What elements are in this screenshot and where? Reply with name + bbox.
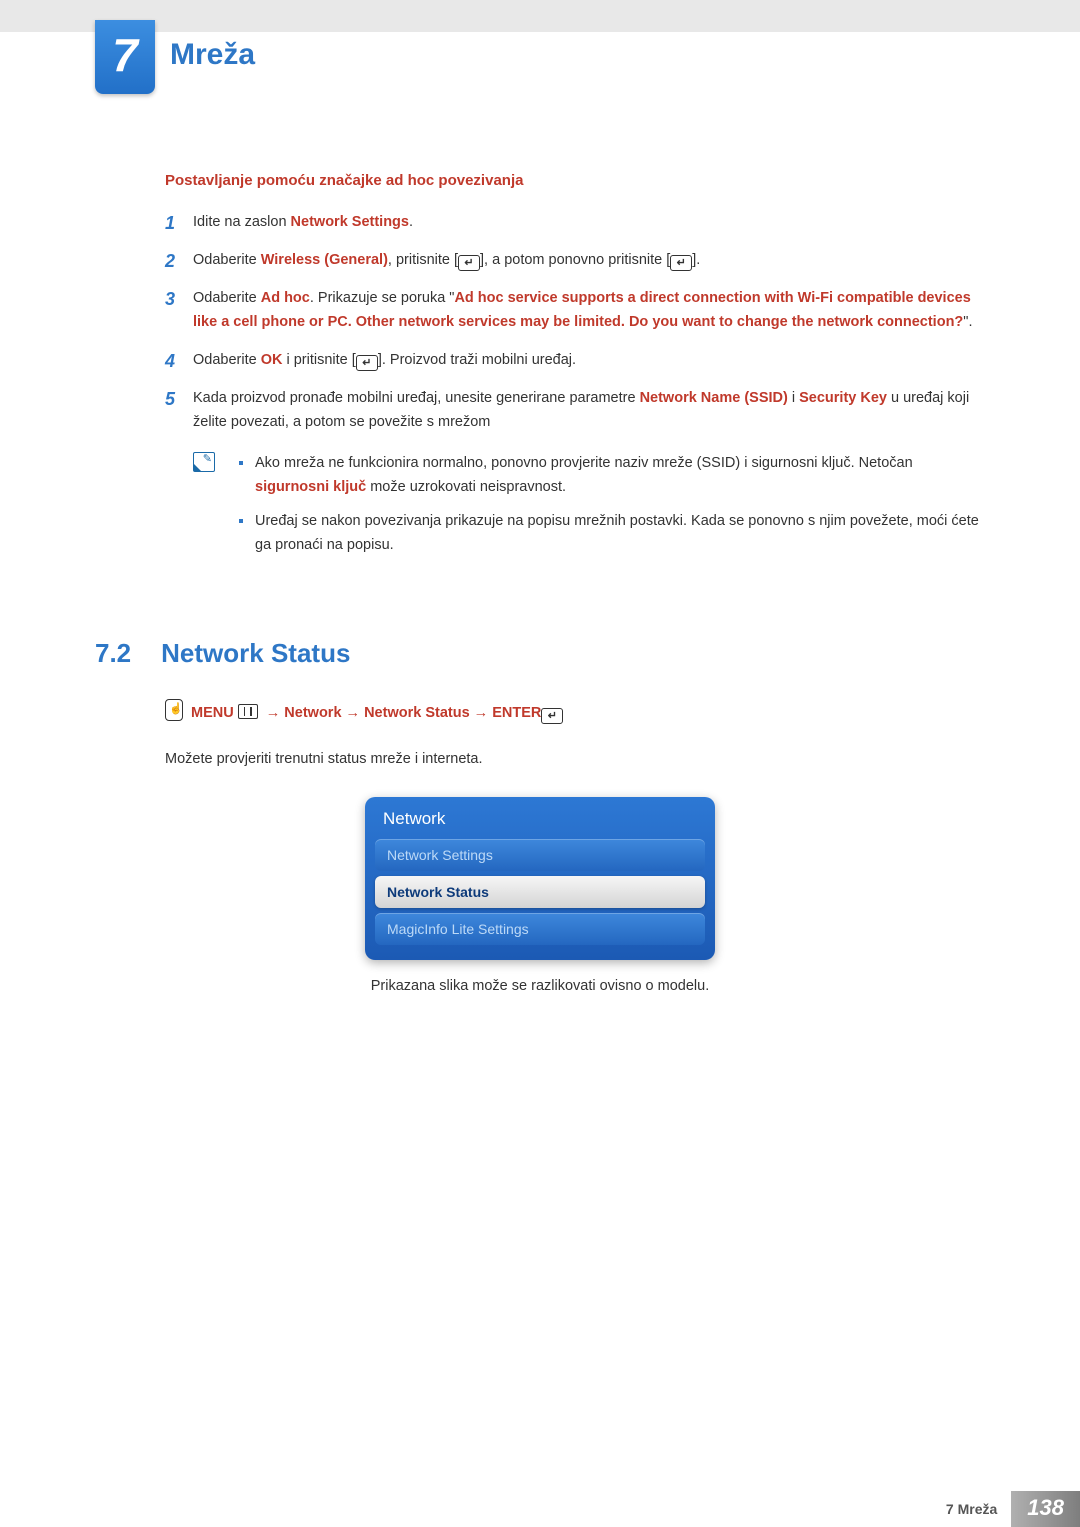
osd-item-network-settings[interactable]: Network Settings: [375, 839, 705, 871]
page-content: Postavljanje pomoću značajke ad hoc pove…: [0, 72, 1080, 994]
note-text: Ako mreža ne funkcionira normalno, ponov…: [255, 455, 913, 471]
nav-menu-label: MENU: [191, 705, 234, 721]
step-text: ], a potom ponovno pritisnite [: [480, 252, 670, 268]
note-bullet-2: Uređaj se nakon povezivanja prikazuje na…: [235, 510, 985, 558]
step-number: 3: [165, 285, 175, 315]
osd-item-magicinfo[interactable]: MagicInfo Lite Settings: [375, 913, 705, 945]
subsection-title: Postavljanje pomoću značajke ad hoc pove…: [165, 172, 985, 189]
section-title: Network Status: [161, 638, 350, 669]
section-number: 7.2: [95, 638, 131, 669]
enter-icon: [670, 255, 692, 271]
step-text: ].: [692, 252, 700, 268]
footer-page-number: 138: [1011, 1491, 1080, 1527]
note-bullets: Ako mreža ne funkcionira normalno, ponov…: [235, 452, 985, 568]
step-text: Kada proizvod pronađe mobilni uređaj, un…: [193, 390, 640, 406]
highlight: Network Name (SSID): [640, 390, 788, 406]
step-text: i: [788, 390, 799, 406]
arrow-icon: →: [346, 705, 365, 721]
osd-title: Network: [365, 797, 715, 839]
step-number: 5: [165, 385, 175, 415]
chapter-number-badge: 7: [95, 20, 155, 94]
note-text: može uzrokovati neispravnost.: [366, 479, 566, 495]
enter-icon: [458, 255, 480, 271]
remote-icon: [165, 699, 183, 721]
step-list: 1 Idite na zaslon Network Settings. 2 Od…: [165, 211, 985, 434]
description-text: Možete provjeriti trenutni status mreže …: [165, 748, 985, 771]
step-text: Odaberite: [193, 252, 261, 268]
step-text: i pritisnite [: [282, 352, 355, 368]
page-footer: 7 Mreža 138: [946, 1491, 1080, 1527]
arrow-icon: →: [266, 705, 285, 721]
enter-icon: [541, 708, 563, 724]
highlight: OK: [261, 352, 283, 368]
highlight: Wireless (General): [261, 252, 388, 268]
step-number: 4: [165, 347, 175, 377]
enter-icon: [356, 355, 378, 371]
note-block: Ako mreža ne funkcionira normalno, ponov…: [193, 452, 985, 568]
step-2: 2 Odaberite Wireless (General), pritisni…: [165, 249, 985, 273]
nav-enter-label: ENTER: [492, 705, 541, 721]
nav-item: Network Status: [364, 705, 470, 721]
step-1: 1 Idite na zaslon Network Settings.: [165, 211, 985, 235]
step-text: .: [409, 214, 413, 230]
image-caption: Prikazana slika može se razlikovati ovis…: [95, 978, 985, 994]
step-5: 5 Kada proizvod pronađe mobilni uređaj, …: [165, 387, 985, 435]
chapter-number: 7: [112, 29, 138, 81]
highlight: Ad hoc: [261, 290, 310, 306]
note-icon: [193, 452, 215, 472]
step-text: ]. Proizvod traži mobilni uređaj.: [378, 352, 576, 368]
note-bullet-1: Ako mreža ne funkcionira normalno, ponov…: [235, 452, 985, 500]
step-text: Odaberite: [193, 290, 261, 306]
step-text: Idite na zaslon: [193, 214, 291, 230]
section-heading: 7.2 Network Status: [95, 638, 985, 669]
highlight: Security Key: [799, 390, 887, 406]
osd-panel: Network Network Settings Network Status …: [365, 797, 715, 960]
step-number: 2: [165, 247, 175, 277]
nav-item: Network: [284, 705, 341, 721]
highlight: sigurnosni ključ: [255, 479, 366, 495]
step-number: 1: [165, 209, 175, 239]
step-text: Odaberite: [193, 352, 261, 368]
highlight: Network Settings: [291, 214, 409, 230]
step-3: 3 Odaberite Ad hoc. Prikazuje se poruka …: [165, 287, 985, 335]
chapter-header: 7 Mreža: [0, 20, 1080, 72]
footer-label: 7 Mreža: [946, 1501, 997, 1517]
chapter-title: Mreža: [170, 20, 1080, 72]
step-text: . Prikazuje se poruka ": [310, 290, 455, 306]
step-text: , pritisnite [: [388, 252, 458, 268]
osd-item-network-status[interactable]: Network Status: [375, 876, 705, 908]
step-text: ".: [963, 314, 972, 330]
navigation-path: MENU → Network → Network Status → ENTER: [165, 699, 985, 724]
arrow-icon: →: [474, 705, 493, 721]
menu-icon: [238, 704, 258, 719]
step-4: 4 Odaberite OK i pritisnite []. Proizvod…: [165, 349, 985, 373]
